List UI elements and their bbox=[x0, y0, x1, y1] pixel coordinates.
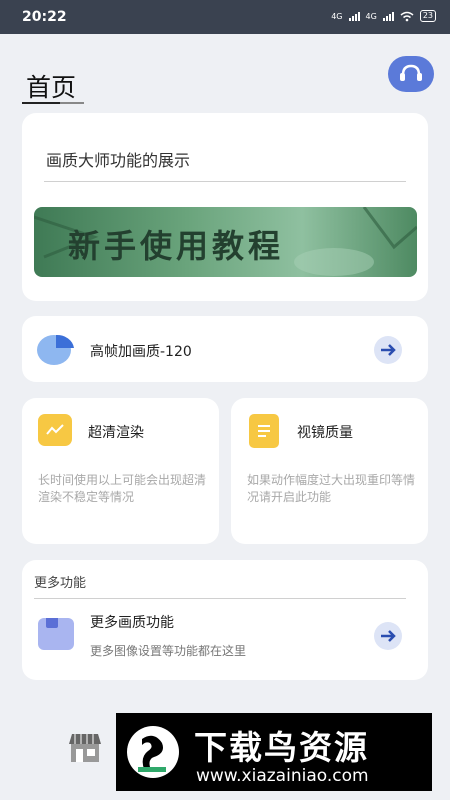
status-icons: 4G 4G 23 bbox=[331, 10, 436, 22]
divider bbox=[44, 181, 406, 182]
headset-icon bbox=[400, 64, 422, 81]
watermark-url: www.xiazainiao.com bbox=[196, 766, 369, 786]
quality-master-title: 画质大师功能的展示 bbox=[46, 151, 191, 170]
watermark-title: 下载鸟资源 bbox=[194, 728, 369, 767]
status-time: 20:22 bbox=[22, 9, 67, 25]
title-underline-accent bbox=[60, 102, 84, 104]
high-fps-card[interactable]: 高帧加画质-120 bbox=[22, 316, 428, 382]
wifi-icon bbox=[400, 11, 414, 21]
arrow-right-icon bbox=[381, 630, 396, 642]
divider bbox=[34, 598, 406, 599]
signal-icon-2 bbox=[382, 11, 394, 21]
more-quality-label[interactable]: 更多画质功能 bbox=[90, 612, 174, 632]
watermark-banner: 下载鸟资源 www.xiazainiao.com bbox=[116, 713, 432, 791]
more-quality-desc: 更多图像设置等功能都在这里 bbox=[90, 644, 247, 658]
arrow-right-icon bbox=[381, 344, 396, 356]
chart-note-icon bbox=[38, 414, 72, 446]
document-icon bbox=[249, 414, 279, 448]
customer-support-button[interactable] bbox=[388, 56, 434, 92]
feature-card-ultra-render[interactable]: 超清渲染 长时间使用以上可能会出现超清渲染不稳定等情况 bbox=[22, 398, 219, 544]
feature-desc: 长时间使用以上可能会出现超清渲染不稳定等情况 bbox=[38, 473, 207, 504]
signal-icon bbox=[348, 11, 360, 21]
battery-icon: 23 bbox=[419, 10, 436, 22]
feature-title: 视镜质量 bbox=[297, 425, 353, 441]
tutorial-banner[interactable]: 新手使用教程 bbox=[34, 207, 417, 277]
bird-logo-icon bbox=[127, 726, 179, 778]
feature-desc: 如果动作幅度过大出现重印等情况请开启此功能 bbox=[247, 473, 416, 504]
network-label-1: 4G bbox=[331, 11, 343, 21]
more-quality-arrow-button[interactable] bbox=[374, 622, 402, 650]
feature-card-lens-quality[interactable]: 视镜质量 如果动作幅度过大出现重印等情况请开启此功能 bbox=[231, 398, 428, 544]
more-features-section-title: 更多功能 bbox=[34, 576, 87, 591]
more-features-card: 更多功能 更多画质功能 更多图像设置等功能都在这里 bbox=[22, 560, 428, 680]
status-bar: 20:22 4G 4G 23 bbox=[0, 0, 450, 34]
feature-title: 超清渲染 bbox=[88, 425, 144, 441]
page-title: 首页 bbox=[26, 73, 77, 102]
quality-master-card: 画质大师功能的展示 新手使用教程 bbox=[22, 113, 428, 301]
banner-text: 新手使用教程 bbox=[68, 227, 285, 265]
high-fps-arrow-button[interactable] bbox=[374, 336, 402, 364]
high-fps-label: 高帧加画质-120 bbox=[90, 344, 192, 360]
pie-icon bbox=[37, 334, 74, 365]
store-icon[interactable] bbox=[66, 732, 104, 764]
network-label-2: 4G bbox=[365, 11, 377, 21]
bookmark-box-icon bbox=[38, 618, 74, 650]
